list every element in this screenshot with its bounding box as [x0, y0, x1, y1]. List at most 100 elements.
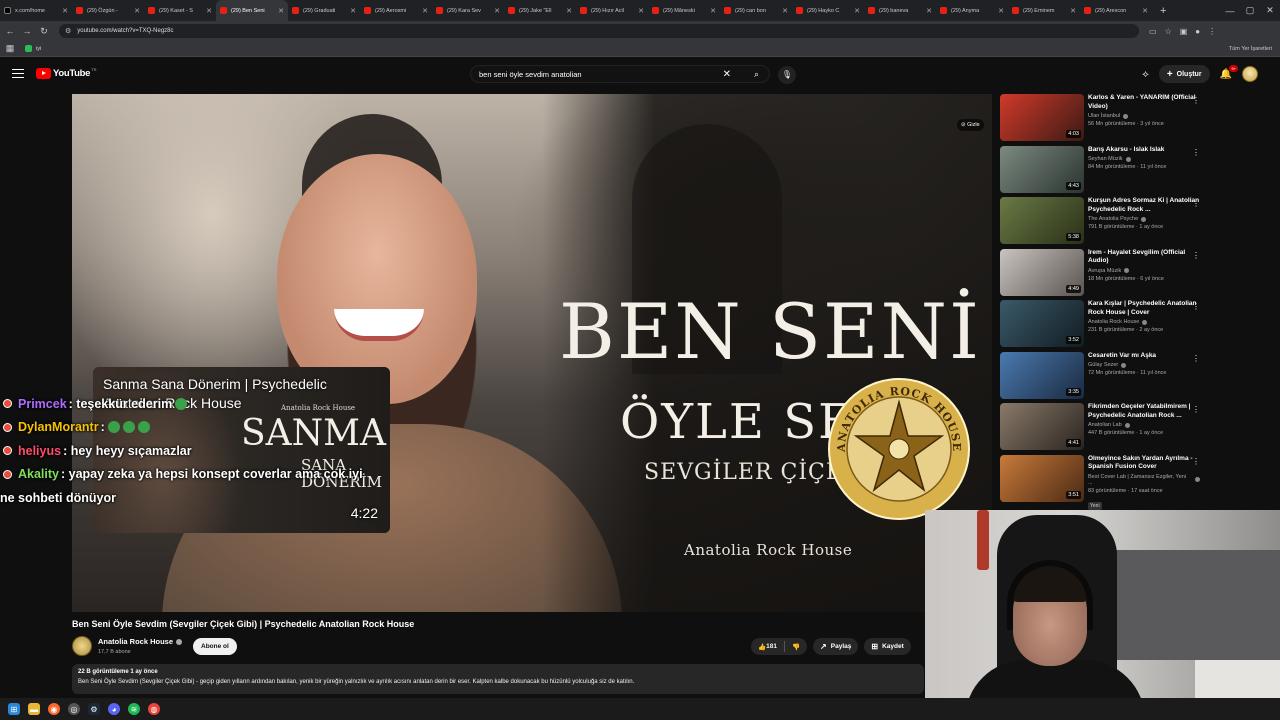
recommended-video[interactable]: 3:35 Cesaretin Var mı Aşka Gülay Sezer 72 M…	[1000, 351, 1210, 404]
clear-search-icon[interactable]: ✕	[723, 69, 731, 80]
tab-close-icon[interactable]: ✕	[710, 7, 716, 15]
video-title[interactable]: Karlos & Yaren - YANARIM (Official Video…	[1088, 94, 1200, 111]
browser-tab[interactable]: (29) Mâneski ✕	[648, 0, 720, 21]
notifications-button[interactable]: 🔔 9+	[1220, 64, 1238, 80]
video-title[interactable]: Barış Akarsu - Islak Islak	[1088, 146, 1200, 155]
create-button[interactable]: + Oluştur	[1158, 65, 1210, 83]
hide-overlay-button[interactable]: ⊘ Gizle	[957, 119, 984, 131]
voice-search-icon[interactable]: 🎙	[778, 66, 796, 84]
tab-close-icon[interactable]: ✕	[350, 7, 356, 15]
chrome-icon[interactable]: ◍	[148, 703, 160, 715]
browser-tab[interactable]: (29) can bon ✕	[720, 0, 792, 21]
start-menu-icon[interactable]: ⊞	[8, 703, 20, 715]
discord-icon[interactable]: ◕	[108, 703, 120, 715]
channel-name[interactable]: Anatolia Rock House	[98, 637, 183, 646]
video-title[interactable]: İrem - Hayalet Sevgilim (Official Audio)	[1088, 249, 1200, 266]
video-channel[interactable]: Seyhan Müzik	[1088, 156, 1200, 162]
more-options-icon[interactable]: ⋮	[1192, 199, 1200, 208]
more-options-icon[interactable]: ⋮	[1192, 148, 1200, 157]
save-button[interactable]: ⊞ Kaydet	[864, 638, 911, 655]
browser-tab[interactable]: (29) Arexcon ✕	[1080, 0, 1152, 21]
video-channel[interactable]: Avrupa Müzik	[1088, 268, 1200, 274]
tab-close-icon[interactable]: ✕	[494, 7, 500, 15]
browser-tab[interactable]: (29) Aerosmi ✕	[360, 0, 432, 21]
tab-close-icon[interactable]: ✕	[1142, 7, 1148, 15]
firefox-icon[interactable]: ◉	[48, 703, 60, 715]
video-channel[interactable]: Ulan İstanbul	[1088, 113, 1200, 119]
browser-tab[interactable]: (29) Kara Sev ✕	[432, 0, 504, 21]
video-thumbnail[interactable]: 4:41	[1000, 403, 1084, 450]
menu-icon[interactable]: ⋮	[1208, 27, 1216, 36]
obs-icon[interactable]: ◎	[68, 703, 80, 715]
back-icon[interactable]: ←	[3, 26, 17, 36]
video-channel[interactable]: The Anatolia Psyche	[1088, 216, 1200, 222]
recommended-video[interactable]: 4:41 Fikrimden Geçeler Yatabilmirem | Psy…	[1000, 403, 1210, 455]
forward-icon[interactable]: →	[20, 26, 34, 36]
tab-close-icon[interactable]: ✕	[206, 7, 212, 15]
all-bookmarks-link[interactable]: Tüm Yer İşaretleri	[1229, 46, 1272, 52]
browser-tab[interactable]: (29) Anyma ✕	[936, 0, 1008, 21]
browser-tab[interactable]: (29) Jake "Ell ✕	[504, 0, 576, 21]
file-explorer-icon[interactable]: ▬	[28, 703, 40, 715]
video-channel[interactable]: Anatolia Rock House	[1088, 319, 1200, 325]
more-options-icon[interactable]: ⋮	[1192, 96, 1200, 105]
browser-tab[interactable]: (29) Hayko C ✕	[792, 0, 864, 21]
video-thumbnail[interactable]: 3:51	[1000, 454, 1084, 502]
reload-icon[interactable]: ↻	[37, 26, 51, 37]
extensions-icon[interactable]: ▣	[1180, 27, 1188, 36]
browser-tab[interactable]: (29) Hızır Acil ✕	[576, 0, 648, 21]
new-tab-icon[interactable]: +	[1160, 5, 1166, 17]
video-thumbnail[interactable]: 3:35	[1000, 351, 1084, 399]
description-box[interactable]: 22 B görüntüleme 1 ay önce Ben Seni Öyle…	[72, 664, 924, 694]
browser-tab[interactable]: (29) Eminem ✕	[1008, 0, 1080, 21]
video-channel[interactable]: Best Cover Lab | Zamansız Ezgiler, Yeni …	[1088, 474, 1200, 486]
video-title[interactable]: Fikrimden Geçeler Yatabilmirem | Psyched…	[1088, 403, 1200, 420]
search-icon[interactable]: ⌕	[754, 69, 759, 80]
minimize-icon[interactable]: —	[1220, 6, 1240, 16]
bookmark-star-icon[interactable]: ☆	[1165, 27, 1172, 36]
channel-avatar[interactable]	[72, 636, 92, 656]
more-options-icon[interactable]: ⋮	[1192, 457, 1200, 466]
share-button[interactable]: ↗ Paylaş	[813, 638, 859, 655]
video-title[interactable]: Kara Kışlar | Psychedelic Anatolian Rock…	[1088, 300, 1200, 317]
video-thumbnail[interactable]: 4:43	[1000, 145, 1084, 193]
video-thumbnail[interactable]: 3:52	[1000, 300, 1084, 347]
tab-close-icon[interactable]: ✕	[782, 7, 788, 15]
recommended-video[interactable]: 3:51 Ölmeyince Sakın Yardan Ayrılma - Spa…	[1000, 454, 1210, 510]
video-thumbnail[interactable]: 4:03	[1000, 94, 1084, 141]
tab-close-icon[interactable]: ✕	[62, 7, 68, 15]
recommended-video[interactable]: 4:43 Barış Akarsu - Islak Islak Seyhan Müz…	[1000, 145, 1210, 198]
video-channel[interactable]: Gülay Sezer	[1088, 362, 1200, 368]
recommended-video[interactable]: 5:38 Kurşun Adres Sormaz Ki | Anatolian P…	[1000, 197, 1210, 249]
browser-tab[interactable]: (29) baneva ✕	[864, 0, 936, 21]
tab-close-icon[interactable]: ✕	[1070, 7, 1076, 15]
youtube-logo[interactable]: YouTube TR	[36, 67, 96, 79]
apps-grid-icon[interactable]: ▦	[3, 43, 17, 54]
tab-close-icon[interactable]: ✕	[422, 7, 428, 15]
browser-tab[interactable]: (29) Graduati ✕	[288, 0, 360, 21]
dislike-button[interactable]: 👎	[785, 643, 807, 651]
tab-close-icon[interactable]: ✕	[998, 7, 1004, 15]
like-button[interactable]: 👍 181	[751, 643, 784, 651]
more-options-icon[interactable]: ⋮	[1192, 354, 1200, 363]
recommended-video[interactable]: 4:03 Karlos & Yaren - YANARIM (Official V…	[1000, 94, 1210, 146]
tab-close-icon[interactable]: ✕	[134, 7, 140, 15]
video-thumbnail[interactable]: 5:38	[1000, 197, 1084, 244]
browser-tab[interactable]: (29) Ben Seni ✕	[216, 0, 288, 21]
video-channel[interactable]: Anatolian Lab	[1088, 422, 1200, 428]
steam-icon[interactable]: ⚙	[88, 703, 100, 715]
tab-close-icon[interactable]: ✕	[566, 7, 572, 15]
video-title[interactable]: Ölmeyince Sakın Yardan Ayrılma - Spanish…	[1088, 455, 1200, 472]
cast-icon[interactable]: ⟡	[1142, 69, 1149, 80]
account-avatar[interactable]	[1242, 66, 1258, 82]
video-title[interactable]: Cesaretin Var mı Aşka	[1088, 352, 1200, 361]
tab-close-icon[interactable]: ✕	[278, 7, 284, 15]
video-player[interactable]: BEN SENİ ÖYLE SEVD SEVGİLER ÇİÇEK G Anat…	[72, 94, 992, 612]
tab-close-icon[interactable]: ✕	[638, 7, 644, 15]
close-icon[interactable]: ✕	[1260, 5, 1280, 16]
tab-close-icon[interactable]: ✕	[854, 7, 860, 15]
search-input[interactable]: ben seni öyle sevdim anatolian ✕ ⌕	[470, 65, 770, 83]
video-thumbnail[interactable]: 4:49	[1000, 248, 1084, 296]
more-options-icon[interactable]: ⋮	[1192, 405, 1200, 414]
subscribe-button[interactable]: Abone ol	[193, 638, 237, 655]
